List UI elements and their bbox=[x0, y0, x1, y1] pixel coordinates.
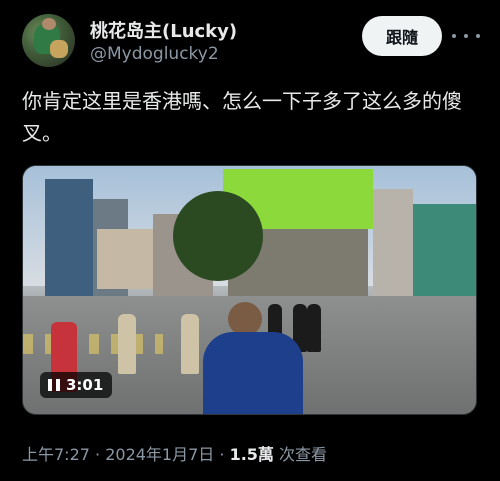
video-duration-badge[interactable]: 3:01 bbox=[40, 372, 112, 398]
more-horizontal-icon[interactable] bbox=[452, 26, 480, 46]
crosswalk bbox=[23, 334, 163, 354]
building bbox=[413, 204, 476, 299]
views-count: 1.5萬 bbox=[229, 445, 274, 464]
video-duration: 3:01 bbox=[66, 376, 104, 394]
separator: · bbox=[89, 445, 106, 464]
person-head bbox=[228, 302, 262, 336]
person bbox=[307, 304, 321, 352]
tweet-meta: 上午7:27 · 2024年1月7日 · 1.5萬 次查看 bbox=[22, 441, 327, 465]
tweet-text: 你肯定这里是香港嗎、怎么一下子多了这么多的傻叉。 bbox=[22, 89, 462, 145]
dot-icon bbox=[452, 34, 456, 38]
tweet-time[interactable]: 上午7:27 bbox=[22, 445, 90, 464]
avatar-dog-icon bbox=[50, 40, 68, 58]
views-label: 次查看 bbox=[273, 445, 328, 464]
dot-icon bbox=[476, 34, 480, 38]
author-display-name[interactable]: 桃花岛主(Lucky) bbox=[90, 17, 237, 43]
follow-button[interactable]: 跟隨 bbox=[362, 16, 442, 56]
author-handle[interactable]: @Mydoglucky2 bbox=[90, 44, 219, 64]
pause-icon[interactable] bbox=[48, 379, 60, 391]
building bbox=[45, 179, 93, 299]
person bbox=[118, 314, 136, 374]
person bbox=[181, 314, 199, 374]
tree bbox=[173, 191, 263, 281]
avatar[interactable] bbox=[22, 14, 75, 67]
person bbox=[203, 332, 303, 414]
building bbox=[373, 189, 413, 299]
avatar-head-icon bbox=[42, 18, 56, 30]
tweet-date[interactable]: 2024年1月7日 bbox=[105, 445, 214, 464]
dot-icon bbox=[464, 34, 468, 38]
separator: · bbox=[214, 445, 230, 464]
